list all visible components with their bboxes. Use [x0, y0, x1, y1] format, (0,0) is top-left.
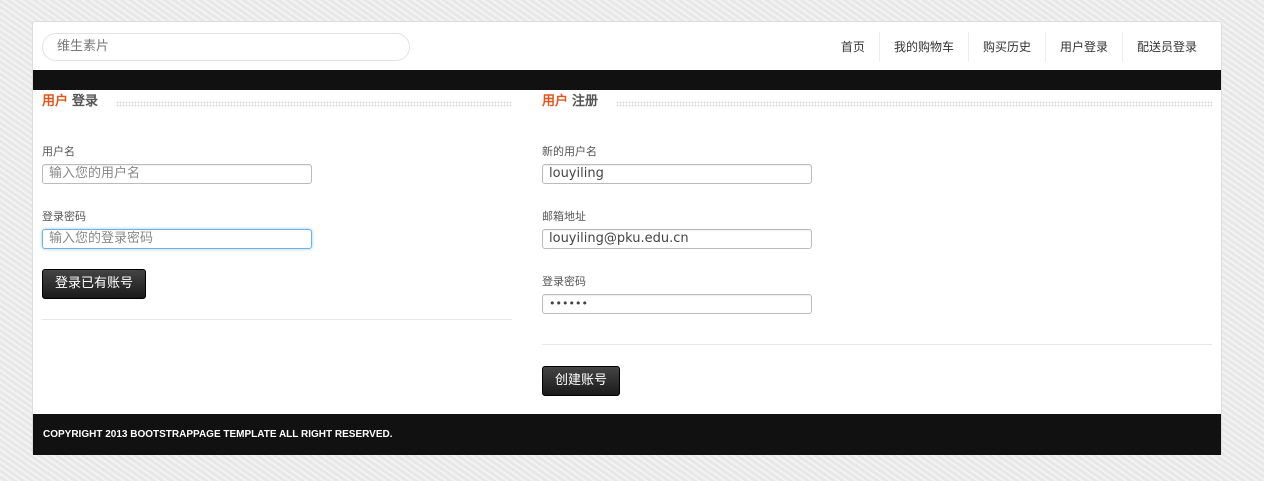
login-divider — [42, 319, 512, 320]
nav-home[interactable]: 首页 — [827, 32, 879, 62]
search-input[interactable]: 维生素片 — [42, 33, 410, 61]
create-account-button[interactable]: 创建账号 — [542, 366, 621, 396]
top-bar: 维生素片 首页 我的购物车 购买历史 用户登录 配送员登录 — [33, 22, 1221, 70]
heading-dots — [116, 101, 512, 107]
nav-cart[interactable]: 我的购物车 — [878, 32, 968, 62]
page-container: 维生素片 首页 我的购物车 购买历史 用户登录 配送员登录 用户 登录 用户名 输… — [32, 21, 1222, 455]
nav-user-login[interactable]: 用户登录 — [1044, 32, 1122, 62]
login-heading-highlight: 用户 — [42, 94, 69, 109]
login-password-field[interactable]: 输入您的登录密码 — [42, 229, 312, 249]
password-label: 登录密码 — [42, 210, 86, 223]
footer: COPYRIGHT 2013 BOOTSTRAPPAGE TEMPLATE AL… — [33, 414, 1221, 455]
nav-history[interactable]: 购买历史 — [967, 32, 1045, 62]
footer-copyright: COPYRIGHT 2013 BOOTSTRAPPAGE TEMPLATE AL… — [43, 429, 393, 440]
login-heading-text: 登录 — [72, 94, 99, 109]
header-divider-bar — [33, 70, 1221, 90]
login-heading: 用户 登录 — [42, 93, 512, 115]
login-button[interactable]: 登录已有账号 — [42, 269, 147, 299]
register-username-field[interactable]: louyiling — [542, 164, 812, 184]
register-email-field[interactable]: louyiling@pku.edu.cn — [542, 229, 812, 249]
register-section: 用户 注册 新的用户名 louyiling 邮箱地址 louyiling@pku.… — [542, 90, 1212, 396]
login-username-field[interactable]: 输入您的用户名 — [42, 164, 312, 184]
nav-courier-login[interactable]: 配送员登录 — [1121, 32, 1211, 62]
register-password-field[interactable]: •••••• — [542, 294, 812, 314]
email-label: 邮箱地址 — [542, 210, 586, 223]
new-username-label: 新的用户名 — [542, 145, 597, 158]
register-password-label: 登录密码 — [542, 275, 586, 288]
login-section: 用户 登录 用户名 输入您的用户名 登录密码 输入您的登录密码 登录已有账号 — [42, 90, 512, 320]
username-label: 用户名 — [42, 145, 75, 158]
register-heading-text: 注册 — [572, 94, 599, 109]
main-nav: 首页 我的购物车 购买历史 用户登录 配送员登录 — [827, 32, 1211, 62]
register-heading: 用户 注册 — [542, 93, 1212, 115]
register-heading-highlight: 用户 — [542, 94, 569, 109]
heading-dots — [616, 101, 1212, 107]
